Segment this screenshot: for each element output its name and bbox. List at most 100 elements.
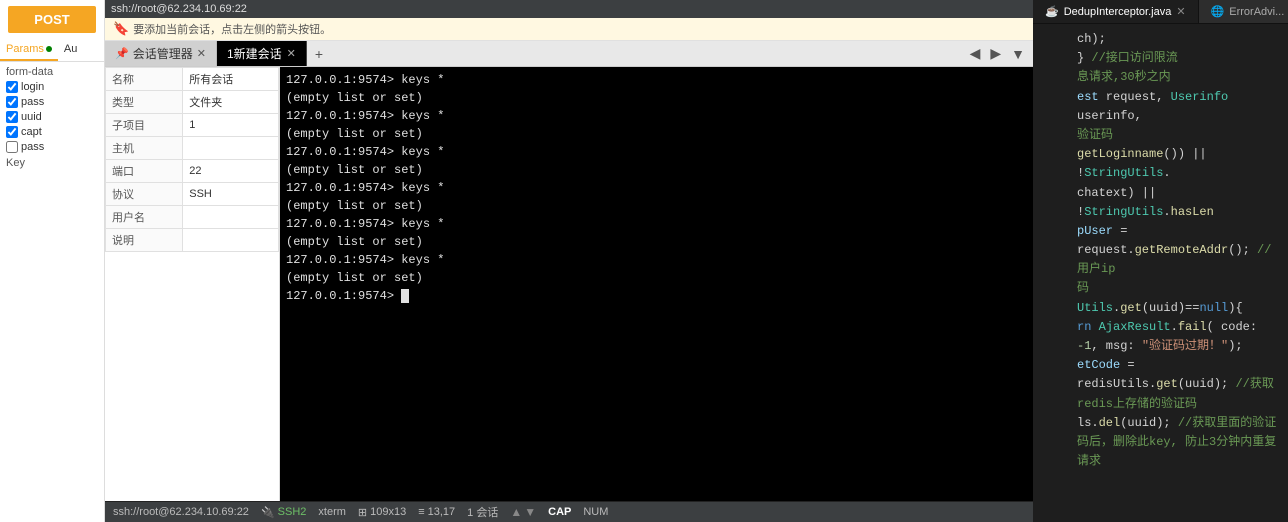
login-checkbox[interactable]: [6, 81, 18, 93]
ssh-top-bar: ssh://root@62.234.10.69:22: [105, 0, 1033, 18]
tab-error-advi[interactable]: 🌐 ErrorAdvi...: [1199, 0, 1288, 23]
post-button[interactable]: POST: [8, 6, 96, 33]
session-field-label: 子项目: [106, 114, 183, 137]
code-line: rn AjaxResult.fail( code: -1, msg: "验证码过…: [1033, 318, 1288, 356]
session-table-row: 说明: [106, 229, 279, 252]
terminal-line: (empty list or set): [286, 197, 1027, 215]
terminal-line: 127.0.0.1:9574> keys *: [286, 71, 1027, 89]
line-number: [1041, 318, 1065, 356]
tab-nav-buttons: ◀ ▶ ▼: [962, 41, 1033, 66]
session-table-row: 用户名: [106, 206, 279, 229]
code-line: ls.del(uuid); //获取里面的验证码后，删除此key, 防止3分钟内…: [1033, 414, 1288, 472]
new-session-label: 1新建会话: [227, 45, 282, 62]
session-field-label: 协议: [106, 183, 183, 206]
session-field-label: 主机: [106, 137, 183, 160]
code-line: 息请求,30秒之内: [1033, 68, 1288, 87]
tab-error-label: ErrorAdvi...: [1229, 6, 1284, 18]
form-row-pass2: pass: [6, 141, 98, 153]
left-panel: POST Params Au form-data login pass uuid…: [0, 0, 105, 522]
terminal-line: 127.0.0.1:9574> keys *: [286, 179, 1027, 197]
session-table-row: 协议SSH: [106, 183, 279, 206]
params-tab[interactable]: Params: [0, 39, 58, 61]
session-field-value: [183, 229, 279, 252]
session-field-value: 文件夹: [183, 91, 279, 114]
code-content: pUser = request.getRemoteAddr(); //用户ip: [1077, 222, 1280, 280]
arrow-up-icon[interactable]: ▲: [510, 505, 522, 519]
line-number: [1041, 88, 1065, 126]
code-content: 验证码: [1077, 126, 1280, 145]
code-line: chatext) || !StringUtils.hasLen: [1033, 184, 1288, 222]
code-line: 码: [1033, 279, 1288, 298]
arrow-down-icon[interactable]: ▼: [524, 505, 536, 519]
session-field-value: [183, 137, 279, 160]
pin-icon: 📌: [115, 47, 129, 60]
new-session-tab[interactable]: 1新建会话 ✕: [217, 41, 307, 66]
ssh-version-status: 🔌 SSH2: [261, 506, 306, 519]
session-table: 名称所有会话类型文件夹子项目1主机端口22协议SSH用户名说明: [105, 67, 279, 252]
tab-menu-button[interactable]: ▼: [1007, 44, 1029, 64]
java-file-icon: ☕: [1045, 5, 1059, 18]
code-content: est request, Userinfo userinfo,: [1077, 88, 1280, 126]
line-number: [1041, 356, 1065, 414]
editor-tabs: ☕ DedupInterceptor.java ✕ 🌐 ErrorAdvi...: [1033, 0, 1288, 24]
terminal-area[interactable]: 127.0.0.1:9574> keys *(empty list or set…: [280, 67, 1033, 501]
code-line: } //接口访问限流: [1033, 49, 1288, 68]
close-session-tab-icon[interactable]: ✕: [287, 47, 296, 60]
tab-next-button[interactable]: ▶: [986, 43, 1005, 64]
capt-field-name: capt: [21, 126, 56, 138]
code-content: etCode = redisUtils.get(uuid); //获取redis…: [1077, 356, 1280, 414]
line-number: [1041, 30, 1065, 49]
cursor-position-status: ≡ 13,17: [418, 506, 455, 518]
pass-checkbox[interactable]: [6, 96, 18, 108]
code-content: 码: [1077, 279, 1280, 298]
num-indicator: NUM: [583, 506, 608, 518]
term-type-status: xterm: [318, 506, 346, 518]
session-field-label: 说明: [106, 229, 183, 252]
params-tabs: Params Au: [0, 39, 104, 62]
session-table-row: 名称所有会话: [106, 68, 279, 91]
code-area[interactable]: ch);} //接口访问限流息请求,30秒之内est request, User…: [1033, 24, 1288, 522]
session-count-status: 1 会话: [467, 504, 498, 520]
code-line: ch);: [1033, 30, 1288, 49]
code-content: 息请求,30秒之内: [1077, 68, 1280, 87]
session-field-value: [183, 206, 279, 229]
tab-dedup-label: DedupInterceptor.java: [1064, 6, 1172, 18]
connection-status: ssh://root@62.234.10.69:22: [113, 506, 249, 518]
session-field-label: 类型: [106, 91, 183, 114]
tab-prev-button[interactable]: ◀: [966, 43, 985, 64]
close-session-icon[interactable]: ✕: [197, 47, 206, 60]
login-field-name: login: [21, 81, 56, 93]
session-table-row: 主机: [106, 137, 279, 160]
line-number: [1041, 184, 1065, 222]
code-content: chatext) || !StringUtils.hasLen: [1077, 184, 1280, 222]
code-line: getLoginname()) || !StringUtils.: [1033, 145, 1288, 183]
form-row-uuid: uuid: [6, 111, 98, 123]
line-number: [1041, 279, 1065, 298]
tab-dedup-interceptor[interactable]: ☕ DedupInterceptor.java ✕: [1033, 0, 1199, 23]
session-content-area: 名称所有会话类型文件夹子项目1主机端口22协议SSH用户名说明 127.0.0.…: [105, 67, 1033, 501]
capt-checkbox[interactable]: [6, 126, 18, 138]
form-label: form-data: [6, 66, 98, 78]
session-table-row: 子项目1: [106, 114, 279, 137]
add-session-button[interactable]: +: [307, 41, 331, 66]
notice-bar: 🔖 要添加当前会话，点击左侧的箭头按钮。: [105, 18, 1033, 41]
terminal-line: (empty list or set): [286, 233, 1027, 251]
session-field-value: 22: [183, 160, 279, 183]
terminal-line: (empty list or set): [286, 161, 1027, 179]
terminal-line: (empty list or set): [286, 89, 1027, 107]
session-field-value: 所有会话: [183, 68, 279, 91]
code-content: ch);: [1077, 30, 1280, 49]
pass2-checkbox[interactable]: [6, 141, 18, 153]
session-tabs-row: 📌 会话管理器 ✕ 1新建会话 ✕ + ◀ ▶ ▼: [105, 41, 1033, 67]
globe-file-icon: 🌐: [1211, 5, 1225, 18]
session-manager-tab[interactable]: 📌 会话管理器 ✕: [105, 41, 217, 66]
terminal-line: 127.0.0.1:9574> keys *: [286, 215, 1027, 233]
au-tab[interactable]: Au: [58, 39, 83, 61]
tab-dedup-close-icon[interactable]: ✕: [1176, 5, 1185, 18]
term-size-status: ⊞ 109x13: [358, 506, 406, 519]
uuid-checkbox[interactable]: [6, 111, 18, 123]
session-field-label: 端口: [106, 160, 183, 183]
terminal-line: 127.0.0.1:9574> keys *: [286, 251, 1027, 269]
line-number: [1041, 68, 1065, 87]
session-table-row: 类型文件夹: [106, 91, 279, 114]
